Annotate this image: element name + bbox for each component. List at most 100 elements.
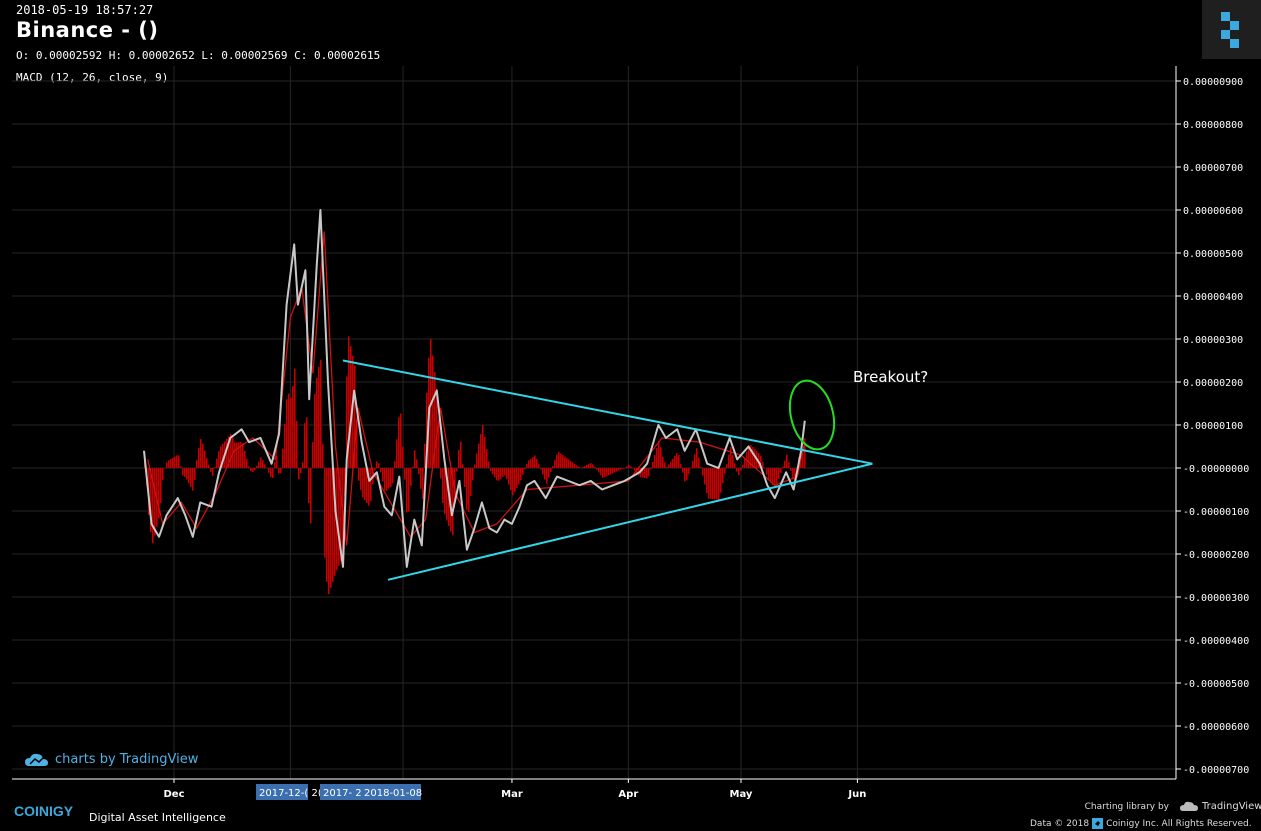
charting-library-label: Charting library by: [1084, 802, 1169, 812]
tradingview-attribution[interactable]: charts by TradingView: [25, 752, 198, 767]
y-tick-label: -0.00000100: [1183, 507, 1249, 518]
histogram-bar: [597, 468, 600, 473]
histogram-bar: [437, 425, 440, 468]
histogram-bar: [203, 450, 206, 468]
histogram-bar: [609, 468, 612, 475]
histogram-bar: [667, 464, 670, 468]
histogram-bar: [279, 468, 282, 474]
histogram-bar: [295, 421, 298, 468]
histogram-bar: [403, 468, 406, 480]
macd-chart[interactable]: Breakout? 0.00000900 0.00000800 0.00000700…: [0, 0, 1261, 831]
histogram-bar: [265, 468, 268, 469]
histogram-bar: [571, 462, 574, 468]
x-tick-label: Dec: [163, 789, 184, 800]
y-tick-label: 0.00000200: [1183, 378, 1243, 389]
histogram-bar: [485, 449, 488, 468]
histogram-bar: [173, 456, 176, 468]
histogram-bar: [179, 466, 182, 468]
coinigy-small-icon: [1092, 818, 1104, 829]
histogram-bar: [695, 448, 698, 468]
histogram-bar: [257, 461, 260, 468]
histogram-bar: [515, 468, 518, 489]
y-tick-label: 0.00000500: [1183, 249, 1243, 260]
tradingview-library-link[interactable]: TradingView: [1180, 801, 1261, 812]
histogram-bar: [281, 448, 284, 468]
histogram-bar: [187, 468, 190, 484]
x-highlight-label: 2018-01-08: [364, 788, 422, 799]
histogram-bar: [189, 468, 192, 487]
histogram-bar: [411, 466, 414, 468]
y-tick-label: -0.00000600: [1183, 722, 1249, 733]
histogram-bar: [171, 457, 174, 468]
histogram-bar: [605, 468, 608, 477]
histogram-bar: [209, 468, 212, 473]
histogram-bar: [167, 460, 170, 468]
histogram-bar: [267, 468, 270, 473]
histogram-bar: [455, 468, 458, 472]
x-tick-label: May: [730, 789, 753, 800]
breakout-circle: [788, 379, 836, 451]
histogram-bar: [415, 459, 418, 468]
histogram-bar: [363, 468, 366, 501]
histogram-bar: [305, 417, 308, 468]
histogram-bar: [501, 468, 504, 478]
histogram-bar: [201, 443, 204, 468]
histogram-bar: [289, 398, 292, 468]
histogram-bar: [775, 468, 778, 486]
histogram-bar: [473, 464, 476, 468]
histogram-bar: [213, 467, 216, 468]
histogram-bar: [385, 468, 388, 491]
histogram-bar: [407, 468, 410, 512]
histogram-bar: [323, 468, 326, 558]
histogram-bar: [249, 468, 252, 472]
axes: 0.00000900 0.00000800 0.00000700 0.00000600…: [12, 66, 1249, 800]
histogram-bar: [361, 468, 364, 498]
tradingview-link[interactable]: charts by TradingView: [55, 752, 198, 767]
histogram-bar: [235, 442, 238, 468]
histogram-bar: [703, 468, 706, 485]
histogram-bar: [487, 461, 490, 468]
signal-line: [147, 231, 806, 546]
histogram-bar: [765, 468, 768, 475]
coinigy-brand[interactable]: COINIGY: [14, 803, 73, 819]
histogram-bar: [691, 460, 694, 468]
copyright: Data © 2018 Coinigy Inc. All Rights Rese…: [1030, 818, 1252, 829]
histogram-bar: [687, 468, 690, 474]
histogram-bar: [215, 458, 218, 468]
histogram-bar: [205, 457, 208, 468]
histogram-bar: [405, 468, 408, 513]
histogram-bar: [535, 459, 538, 468]
histogram-bar: [175, 455, 178, 468]
histogram-bar: [685, 468, 688, 481]
histogram-bar: [369, 468, 372, 502]
histogram-bar: [247, 466, 250, 468]
histogram-bar: [379, 468, 382, 473]
histogram-bar: [349, 346, 352, 468]
histogram-bar: [477, 443, 480, 468]
histogram-bar: [479, 433, 482, 468]
histogram-bar: [165, 462, 168, 468]
histogram-bar: [199, 439, 202, 468]
histogram-bar: [547, 468, 550, 478]
histogram-bar: [417, 468, 420, 475]
histogram-bar: [593, 467, 596, 468]
histogram-bar: [643, 468, 646, 479]
histogram-bar: [699, 466, 702, 468]
histogram-bar: [163, 468, 166, 469]
histogram-bar: [241, 443, 244, 468]
histogram-bar: [359, 468, 362, 490]
histogram-bar: [781, 466, 784, 468]
cloud-icon: [25, 753, 48, 766]
histogram-bar: [553, 460, 556, 468]
histogram-bar: [469, 468, 472, 497]
histogram-bar: [581, 466, 584, 468]
histogram-bar: [161, 468, 164, 481]
histogram-bar: [719, 468, 722, 493]
coinigy-wordmark: COINIGY: [14, 803, 74, 819]
histogram-bar: [541, 468, 544, 475]
histogram-bar: [657, 441, 660, 468]
histogram-bar: [613, 468, 616, 473]
histogram-bar: [559, 453, 562, 468]
histogram-bar: [665, 467, 668, 468]
histogram-bar: [727, 454, 730, 468]
